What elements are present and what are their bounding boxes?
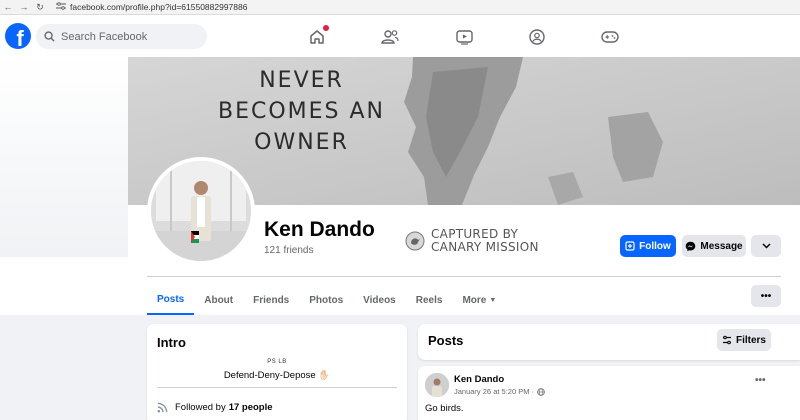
rss-icon: [157, 402, 168, 413]
followed-by: Followed by 17 people: [157, 402, 273, 413]
canary-mission-watermark: CAPTURED BY CANARY MISSION: [405, 228, 539, 254]
home-tab[interactable]: [307, 25, 329, 47]
follow-icon: [625, 241, 635, 251]
friends-icon: [381, 30, 399, 44]
chevron-down-icon: [761, 243, 771, 249]
bio-flags: PS LB: [267, 359, 287, 365]
intro-title: Intro: [157, 335, 186, 350]
forward-arrow-icon[interactable]: →: [16, 2, 32, 12]
url-text: facebook.com/profile.php?id=615508829978…: [70, 2, 248, 12]
tab-reels[interactable]: Reels: [406, 285, 453, 315]
cover-slogan: NEVER BECOMES AN OWNER: [218, 68, 386, 155]
friends-tab[interactable]: [380, 27, 400, 47]
avatar-photo: [151, 161, 251, 261]
reload-icon[interactable]: ↻: [32, 2, 48, 13]
messenger-icon: [685, 241, 696, 252]
intro-divider: [157, 387, 397, 388]
search-icon: [44, 31, 55, 42]
search-placeholder: Search Facebook: [61, 30, 148, 43]
post-card: Ken Dando January 26 at 5:20 PM · ••• Go…: [418, 366, 800, 420]
tab-videos[interactable]: Videos: [353, 285, 406, 315]
canary-bird-icon: [405, 231, 425, 251]
notification-dot: [323, 25, 329, 31]
profile-tabs: Posts About Friends Photos Videos Reels …: [147, 285, 506, 315]
search-input[interactable]: Search Facebook: [36, 24, 207, 49]
tab-friends[interactable]: Friends: [243, 285, 299, 315]
watermark-line2: CANARY MISSION: [431, 240, 539, 254]
tab-about[interactable]: About: [194, 285, 243, 315]
follow-label: Follow: [639, 240, 671, 252]
post-text: Go birds.: [425, 403, 464, 414]
video-tab[interactable]: [454, 27, 474, 47]
followed-count[interactable]: 17 people: [229, 402, 273, 413]
posts-header: Posts Filters: [418, 324, 800, 360]
friends-count[interactable]: 121 friends: [264, 245, 313, 256]
message-button[interactable]: Message: [682, 235, 746, 257]
caret-down-icon: ▼: [489, 296, 497, 304]
bio-text: Defend-Deny-Depose ✋🏻: [223, 370, 331, 381]
back-arrow-icon[interactable]: ←: [0, 2, 16, 12]
filters-label: Filters: [735, 334, 766, 346]
filters-button[interactable]: Filters: [717, 329, 771, 351]
browser-toolbar: ← → ↻ facebook.com/profile.php?id=615508…: [0, 0, 800, 15]
gaming-icon: [601, 31, 619, 43]
home-icon: [310, 30, 324, 44]
post-options-icon[interactable]: •••: [755, 375, 766, 386]
post-author-name[interactable]: Ken Dando: [454, 374, 504, 385]
video-icon: [455, 29, 473, 45]
posts-title: Posts: [428, 333, 464, 348]
message-label: Message: [700, 240, 743, 252]
profile-more-button[interactable]: [751, 235, 781, 257]
address-bar[interactable]: facebook.com/profile.php?id=615508829978…: [56, 2, 247, 12]
header-divider: [147, 276, 781, 277]
top-navigation: f Search Facebook: [0, 15, 800, 57]
facebook-logo[interactable]: f: [5, 23, 31, 49]
profile-avatar[interactable]: [147, 157, 255, 265]
filters-icon: [722, 335, 732, 345]
globe-icon: [537, 387, 545, 396]
site-info-icon[interactable]: [56, 2, 66, 12]
tab-posts[interactable]: Posts: [147, 285, 195, 315]
tab-more[interactable]: More ▼: [452, 285, 506, 315]
gaming-tab[interactable]: [600, 27, 620, 47]
post-author-avatar[interactable]: [425, 373, 449, 397]
groups-tab[interactable]: [527, 27, 547, 47]
intro-card: Intro PS LB Defend-Deny-Depose ✋🏻 Follow…: [147, 324, 407, 420]
tabs-overflow-button[interactable]: •••: [751, 285, 781, 307]
post-timestamp[interactable]: January 26 at 5:20 PM ·: [454, 387, 545, 396]
follow-button[interactable]: Follow: [620, 235, 676, 257]
groups-icon: [529, 29, 545, 45]
ellipsis-icon: •••: [760, 290, 772, 302]
tab-photos[interactable]: Photos: [299, 285, 353, 315]
tab-more-label: More: [462, 294, 487, 306]
page-background: [0, 57, 128, 257]
followed-prefix: Followed by: [175, 402, 226, 413]
profile-name: Ken Dando: [264, 218, 375, 241]
